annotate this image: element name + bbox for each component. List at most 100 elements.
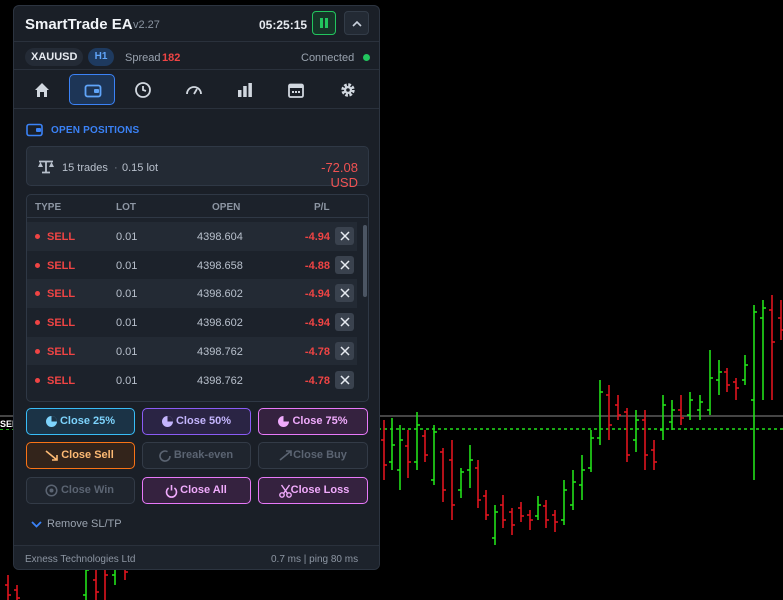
- gear-icon: [341, 83, 355, 97]
- panel-header: SmartTrade EA v2.27 05:25:15: [14, 6, 379, 42]
- row-pl: -4.78: [304, 345, 330, 358]
- latency-readout: 0.7 ms | ping 80 ms: [271, 554, 359, 565]
- close-all-button[interactable]: Close All: [142, 477, 251, 504]
- home-icon: [35, 83, 49, 97]
- total-pl: -72.08 USD: [321, 160, 358, 190]
- chevron-up-icon: [352, 20, 362, 27]
- row-lot: 0.01: [116, 288, 138, 301]
- refresh-icon: [159, 450, 171, 462]
- row-open: 4398.762: [197, 374, 243, 387]
- connection-dot: [363, 54, 370, 61]
- spread-label: Spread: [125, 52, 161, 64]
- row-close-button[interactable]: [335, 341, 354, 360]
- symbol-badge[interactable]: XAUUSD: [25, 48, 84, 66]
- row-pl: -4.78: [304, 374, 330, 387]
- col-pl: P/L: [314, 202, 330, 213]
- timeframe-badge[interactable]: H1: [88, 48, 114, 66]
- wallet-icon: [26, 123, 43, 137]
- close-buy-button[interactable]: Close Buy: [258, 442, 368, 469]
- sell-dot: [35, 234, 40, 239]
- row-open: 4398.658: [197, 259, 243, 272]
- table-row: SELL 0.01 4398.602 -4.94: [27, 279, 357, 309]
- close-icon: [340, 374, 350, 385]
- sell-dot: [35, 348, 40, 354]
- row-type: SELL: [47, 288, 76, 301]
- spread-value: 182: [162, 52, 181, 64]
- row-pl: -4.88: [304, 259, 330, 272]
- row-close-button[interactable]: [335, 370, 354, 389]
- close-75-button[interactable]: Close 75%: [258, 408, 368, 435]
- status-footer: Exness Technologies Ltd 0.7 ms | ping 80…: [14, 545, 379, 569]
- col-lot: LOT: [116, 202, 136, 213]
- sell-dot: [35, 377, 40, 383]
- row-close-button[interactable]: [335, 284, 354, 303]
- clock-icon: [135, 82, 151, 98]
- power-icon: [165, 485, 178, 498]
- row-lot: 0.01: [116, 345, 138, 358]
- row-lot: 0.01: [116, 259, 138, 272]
- row-type: SELL: [47, 345, 76, 358]
- row-pl: -4.94: [304, 231, 330, 243]
- smarttrade-panel: SmartTrade EA v2.27 05:25:15 XAUUSD H1 S…: [13, 5, 380, 570]
- tab-history[interactable]: [120, 74, 166, 105]
- tab-positions[interactable]: [69, 74, 115, 105]
- collapse-button[interactable]: [344, 11, 369, 35]
- row-close-button[interactable]: [335, 313, 354, 332]
- close-loss-button[interactable]: Close Loss: [258, 477, 368, 504]
- tab-performance[interactable]: [171, 74, 217, 105]
- gauge-icon: [186, 86, 202, 95]
- row-lot: 0.01: [116, 374, 138, 387]
- row-pl: -4.94: [304, 288, 330, 301]
- close-icon: [340, 317, 350, 327]
- row-close-button[interactable]: [335, 255, 354, 274]
- tab-calendar[interactable]: [273, 74, 319, 105]
- remove-sltp-toggle[interactable]: Remove SL/TP: [31, 518, 122, 530]
- remove-sltp-label: Remove SL/TP: [47, 518, 122, 530]
- chevron-down-icon: [31, 521, 42, 528]
- col-open: OPEN: [212, 202, 241, 213]
- row-lot: 0.01: [116, 317, 138, 330]
- positions-summary: 15 trades · 0.15 lot -72.08 USD: [26, 146, 369, 190]
- close-50-button[interactable]: Close 50%: [142, 408, 251, 435]
- close-25-button[interactable]: Close 25%: [26, 408, 135, 435]
- tab-settings[interactable]: [325, 74, 371, 105]
- row-open: 4398.604: [197, 231, 243, 243]
- row-pl: -4.94: [304, 317, 330, 330]
- close-icon: [340, 346, 350, 356]
- target-icon: [45, 484, 58, 497]
- close-sell-button[interactable]: Close Sell: [26, 442, 135, 469]
- trend-up-icon: [279, 450, 292, 461]
- summary-separator: ·: [114, 162, 118, 174]
- bar-chart-icon: [238, 83, 252, 97]
- table-scrollbar[interactable]: [363, 225, 367, 297]
- table-body: SELL 0.01 4398.604 -4.94 SELL 0.01 4398.658 -4.…: [27, 222, 368, 401]
- tab-home[interactable]: [19, 74, 65, 105]
- pause-button[interactable]: [312, 11, 336, 35]
- table-row: SELL 0.01 4398.762 -4.78: [27, 336, 357, 366]
- row-type: SELL: [47, 231, 76, 243]
- wallet-icon: [84, 84, 102, 98]
- pie-three-quarter-icon: [278, 416, 289, 427]
- server-clock: 05:25:15: [259, 18, 308, 32]
- close-icon: [340, 288, 350, 298]
- app-version: v2.27: [133, 19, 160, 31]
- trend-down-icon: [45, 450, 58, 461]
- row-open: 4398.602: [197, 288, 243, 301]
- positions-table[interactable]: TYPE LOT OPEN P/L SELL 0.01 4398.604 -4.94 S…: [26, 194, 369, 402]
- table-row: SELL 0.01 4398.604 -4.94: [27, 222, 357, 251]
- sell-dot: [35, 291, 40, 297]
- sell-dot: [35, 262, 40, 268]
- scale-icon: [38, 160, 54, 174]
- nav-bar: [14, 71, 379, 109]
- table-row: SELL 0.01 4398.762 -4.78: [27, 366, 357, 395]
- trade-count: 15 trades: [62, 162, 108, 174]
- scissors-icon: [279, 484, 292, 498]
- break-even-button[interactable]: Break-even: [142, 442, 251, 469]
- broker-name: Exness Technologies Ltd: [25, 554, 136, 565]
- close-icon: [340, 260, 350, 270]
- tab-statistics[interactable]: [222, 74, 268, 105]
- row-close-button[interactable]: [335, 227, 354, 245]
- section-title: OPEN POSITIONS: [51, 125, 140, 136]
- symbol-info-bar: XAUUSD H1 Spread 182 Connected: [14, 43, 379, 70]
- close-win-button[interactable]: Close Win: [26, 477, 135, 504]
